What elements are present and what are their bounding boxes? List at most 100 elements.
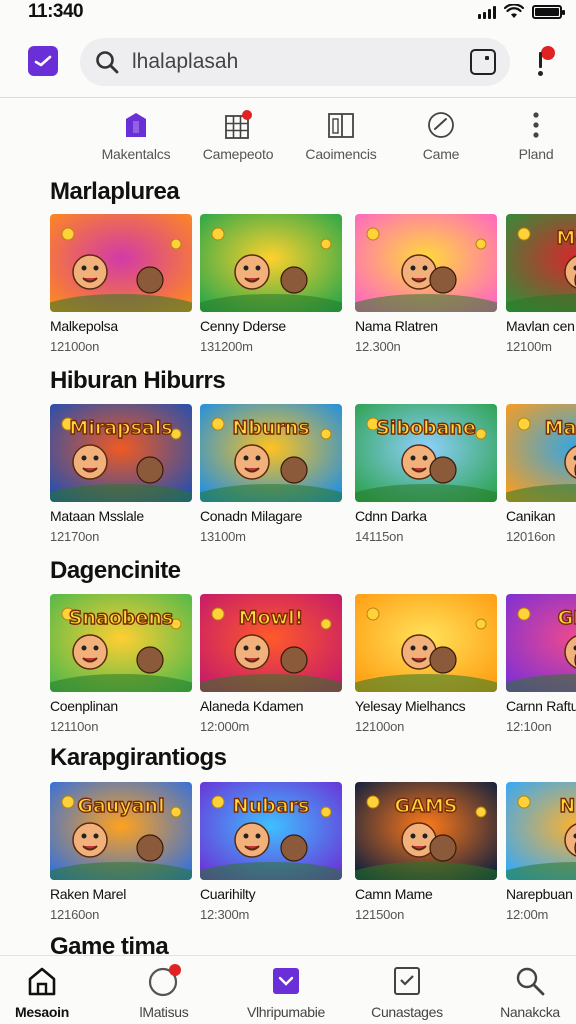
more-vertical-icon	[521, 110, 551, 140]
scan-icon[interactable]	[470, 49, 496, 75]
game-title: Yelesay Mielhancs	[355, 698, 466, 714]
game-thumbnail[interactable]: Nia	[506, 782, 576, 880]
game-meta: 12150on	[355, 907, 405, 922]
game-meta: 14115on	[355, 529, 404, 544]
game-thumbnail[interactable]: Sibobane	[355, 404, 497, 502]
game-meta: 12:000m	[200, 719, 250, 734]
game-thumbnail[interactable]: Nubars	[200, 782, 342, 880]
game-row: Malkepolsa 12100on Cenny Dderse 131200m Nama…	[50, 214, 576, 354]
game-meta: 12.300n	[355, 339, 401, 354]
game-card[interactable]: Mor Mavlan cen 12100m	[506, 214, 576, 354]
game-title: Coenplinan	[50, 698, 118, 714]
game-thumbnail[interactable]: Maine	[506, 404, 576, 502]
game-title: Camn Mame	[355, 886, 433, 902]
game-card[interactable]: Nama Rlatren 12.300n	[355, 214, 497, 354]
thumbnail-art-text: Snaobens	[69, 607, 173, 629]
category-label: Camepeoto	[202, 146, 274, 162]
game-title: Canikan	[506, 508, 556, 524]
category-item[interactable]: Caoimencis	[286, 108, 396, 162]
game-card[interactable]: Malkepolsa 12100on	[50, 214, 192, 354]
nav-label: Cunastages	[371, 1004, 443, 1020]
game-meta: 12160on	[50, 907, 100, 922]
game-thumbnail[interactable]: GAMS	[355, 782, 497, 880]
game-card[interactable]: Nubars Cuarihilty 12:300m	[200, 782, 342, 922]
thumbnail-art-text: Nia	[559, 795, 576, 817]
game-thumbnail[interactable]: Mowl!	[200, 594, 342, 692]
game-thumbnail[interactable]	[50, 214, 192, 312]
game-title: Mavlan cen	[506, 318, 575, 334]
game-thumbnail[interactable]: Gauyanl	[50, 782, 192, 880]
home-icon	[25, 964, 59, 998]
section-title: Karapgirantiogs	[50, 744, 227, 771]
game-card[interactable]: Yelesay Mielhancs 12100on	[355, 594, 497, 734]
game-card[interactable]: Nia Narepbuan 12:00m	[506, 782, 576, 922]
game-thumbnail[interactable]	[355, 594, 497, 692]
bag-icon	[269, 964, 303, 998]
game-title: Conadn Milagare	[200, 508, 303, 524]
app-logo-icon[interactable]	[28, 46, 58, 76]
nav-item-activity[interactable]: lMatisus	[104, 964, 224, 1020]
category-label: Makentalcs	[101, 146, 171, 162]
game-card[interactable]: Gauyanl Raken Marel 12160on	[50, 782, 192, 922]
game-title: Mataan Msslale	[50, 508, 144, 524]
section-title: Marlaplurea	[50, 178, 180, 205]
game-meta: 12100on	[50, 339, 100, 354]
game-meta: 12100on	[355, 719, 405, 734]
thumbnail-art-text: GIO	[558, 607, 576, 629]
game-title: Malkepolsa	[50, 318, 118, 334]
game-thumbnail[interactable]: Mirapsals	[50, 404, 192, 502]
check-circle-icon	[426, 110, 456, 140]
status-time: 11:340	[28, 1, 84, 22]
game-card[interactable]: Sibobane Cdnn Darka 14115on	[355, 404, 497, 544]
list-check-icon	[390, 964, 424, 998]
category-item[interactable]: Pland	[481, 108, 576, 162]
nav-label: Nanakcka	[500, 1004, 560, 1020]
game-meta: 131200m	[200, 339, 253, 354]
game-thumbnail[interactable]: Mor	[506, 214, 576, 312]
game-card[interactable]: Mirapsals Mataan Msslale 12170on	[50, 404, 192, 544]
nav-item-home[interactable]: Mesaoin	[0, 964, 102, 1020]
wifi-icon	[504, 4, 524, 18]
panel-icon	[326, 110, 356, 140]
category-item[interactable]: Makentalcs	[81, 108, 191, 162]
grid-icon	[223, 110, 253, 140]
alert-icon	[539, 52, 542, 68]
nav-label: lMatisus	[139, 1004, 189, 1020]
category-label: Came	[422, 146, 460, 162]
game-thumbnail[interactable]: Snaobens	[50, 594, 192, 692]
game-card[interactable]: Maine Canikan 12016on	[506, 404, 576, 544]
search-input-value: lhalaplasah	[132, 50, 239, 73]
game-card[interactable]: GIO Carnn Raftu 12:10on	[506, 594, 576, 734]
game-card[interactable]: Nburns Conadn Milagare 13100m	[200, 404, 342, 544]
thumbnail-art-text: Mirapsals	[69, 417, 172, 439]
game-thumbnail[interactable]: GIO	[506, 594, 576, 692]
game-card[interactable]: GAMS Camn Mame 12150on	[355, 782, 497, 922]
nav-item-search[interactable]: Nanakcka	[470, 964, 576, 1020]
game-title: Cenny Dderse	[200, 318, 286, 334]
game-row: Gauyanl Raken Marel 12160on Nubars Cuarihilt…	[50, 782, 576, 922]
thumbnail-art-text: Nburns	[232, 417, 309, 439]
thumbnail-art-text: GAMS	[395, 795, 458, 817]
game-thumbnail[interactable]	[355, 214, 497, 312]
category-item[interactable]: Camepeoto	[183, 108, 293, 162]
game-title: Narepbuan	[506, 886, 573, 902]
search-input[interactable]: lhalaplasah	[80, 38, 510, 86]
game-meta: 13100m	[200, 529, 246, 544]
game-thumbnail[interactable]: Nburns	[200, 404, 342, 502]
game-meta: 12:10on	[506, 719, 552, 734]
game-card[interactable]: Snaobens Coenplinan 12110on	[50, 594, 192, 734]
notification-button[interactable]	[535, 44, 557, 80]
game-card[interactable]: Cenny Dderse 131200m	[200, 214, 342, 354]
game-title: Nama Rlatren	[355, 318, 438, 334]
game-title: Carnn Raftu	[506, 698, 576, 714]
battery-icon	[532, 5, 565, 19]
game-title: Cuarihilty	[200, 886, 256, 902]
category-item[interactable]: Came	[386, 108, 496, 162]
thumbnail-art-text: Nubars	[233, 795, 310, 817]
section-title: Hiburan Hiburrs	[50, 367, 226, 394]
game-card[interactable]: Mowl! Alaneda Kdamen 12:000m	[200, 594, 342, 734]
nav-item-store[interactable]: Vlhripumabie	[226, 964, 346, 1020]
game-thumbnail[interactable]	[200, 214, 342, 312]
search-row: lhalaplasah	[0, 36, 576, 90]
nav-item-tasks[interactable]: Cunastages	[347, 964, 467, 1020]
